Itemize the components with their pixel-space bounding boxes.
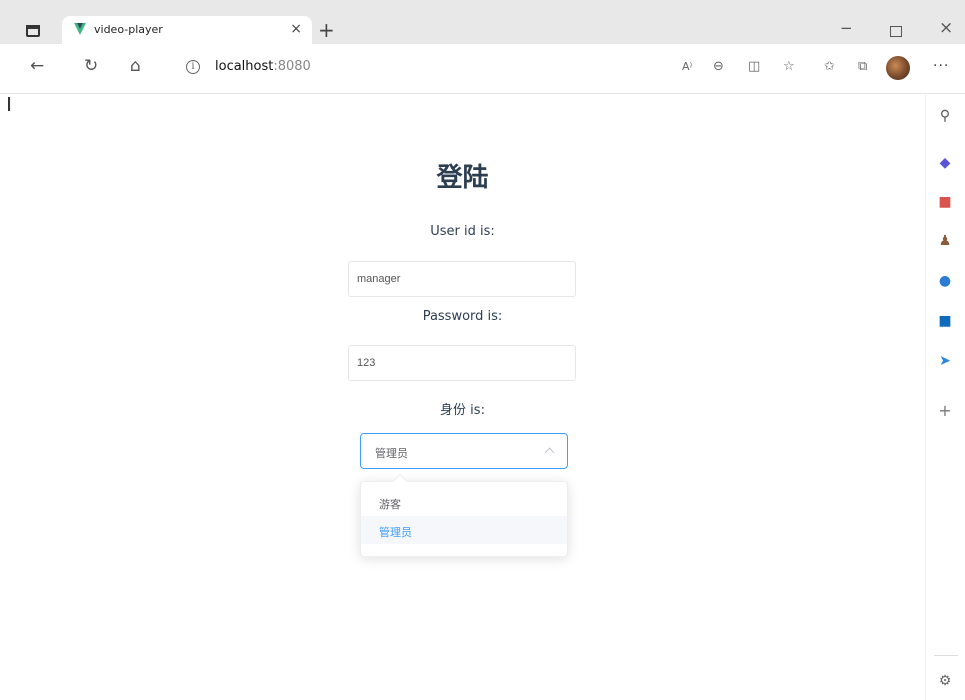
outlook-icon[interactable]: ■ [937,313,953,329]
browser-toolbar: ← ↻ ⌂ i localhost:8080 A⁾ ⊖ ◫ ☆ ✩ ⧉ ··· [0,44,965,94]
maximize-button[interactable] [890,26,902,37]
close-window-button[interactable]: × [939,18,953,38]
reload-icon[interactable]: ↻ [84,54,98,78]
add-favorite-icon[interactable]: ☆ [783,57,795,77]
read-aloud-icon[interactable]: A⁾ [682,57,692,77]
page-title: 登陆 [436,163,489,193]
tab-actions-icon[interactable] [26,25,40,37]
collections-icon[interactable]: ⧉ [858,57,867,77]
vue-logo-icon [74,23,86,35]
user-id-input[interactable] [348,261,576,297]
sidebar-divider [934,655,958,656]
reader-icon[interactable]: ◫ [748,57,760,77]
search-icon[interactable]: ⚲ [937,108,953,124]
password-input[interactable] [348,345,576,381]
office-icon[interactable]: ● [937,273,953,289]
role-dropdown: 游客 管理员 [360,473,568,557]
send-icon[interactable]: ➤ [937,353,953,369]
role-label: 身份 is: [440,403,485,418]
tag-icon[interactable]: ◆ [937,155,953,171]
new-tab-button[interactable]: + [318,20,335,40]
role-select-value: 管理员 [375,447,408,460]
shopping-bag-icon[interactable]: ■ [937,194,953,210]
profile-avatar[interactable] [886,56,910,80]
home-icon[interactable]: ⌂ [130,54,141,78]
back-icon[interactable]: ← [30,54,44,78]
more-menu-icon[interactable]: ··· [933,58,949,74]
chevron-up-icon [544,447,555,458]
favorites-icon[interactable]: ✩ [824,57,835,77]
title-bar: video-player × + − × [0,0,965,44]
url-text[interactable]: localhost:8080 [215,59,311,74]
url-host: localhost [215,59,274,74]
people-icon[interactable]: ♟ [937,233,953,249]
user-id-label: User id is: [430,224,495,239]
edge-sidebar: ⚲ ◆ ■ ♟ ● ■ ➤ + ⚙ [925,95,965,700]
dropdown-arrow [392,473,408,489]
password-label: Password is: [422,309,503,324]
browser-tab[interactable]: video-player × [62,16,312,44]
gear-icon[interactable]: ⚙ [937,673,953,689]
role-select[interactable]: 管理员 [360,433,568,469]
minimize-button[interactable]: − [840,18,853,38]
url-port: :8080 [273,59,311,74]
page-content: 登陆 User id is: Password is: 身份 is: 管理员 游… [0,95,925,700]
add-icon[interactable]: + [937,403,953,419]
tab-close-icon[interactable]: × [290,20,302,38]
tab-title: video-player [94,23,163,36]
zoom-icon[interactable]: ⊖ [713,57,724,77]
info-icon[interactable]: i [186,60,200,74]
address-bar[interactable]: i localhost:8080 A⁾ ⊖ ◫ ☆ ✩ ⧉ [168,51,898,83]
text-cursor [8,97,10,111]
role-option-guest[interactable]: 游客 [361,488,567,516]
role-option-admin[interactable]: 管理员 [361,516,567,544]
